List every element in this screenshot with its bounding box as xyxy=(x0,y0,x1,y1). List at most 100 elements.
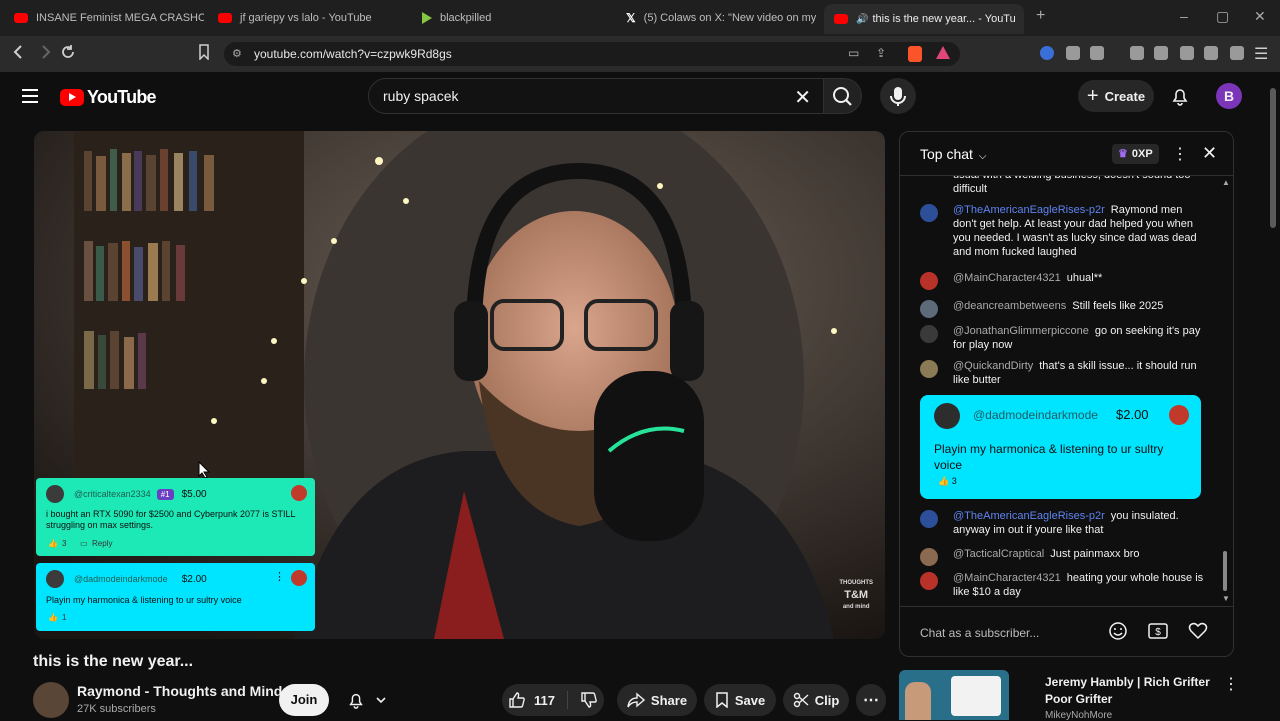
like-count: 117 xyxy=(534,693,555,708)
chat-message: @MainCharacter4321uhual** xyxy=(920,271,1205,285)
more-options-icon[interactable]: ⋮ xyxy=(1223,674,1239,694)
screenshot-icon[interactable] xyxy=(1090,46,1104,60)
maximize-icon[interactable]: ▢ xyxy=(1216,8,1229,25)
avatar xyxy=(1169,405,1189,425)
chat-author[interactable]: @TheAmericanEagleRises-p2r xyxy=(953,510,1105,522)
super-chat-icon[interactable]: $ xyxy=(1148,622,1168,640)
scroll-down-icon[interactable]: ▼ xyxy=(1222,594,1230,603)
browser-menu-icon[interactable]: ☰ xyxy=(1254,44,1268,64)
clear-search-icon[interactable]: ✕ xyxy=(794,85,811,110)
close-window-icon[interactable]: ✕ xyxy=(1254,8,1266,25)
like-icon[interactable]: 👍 xyxy=(48,613,58,622)
guide-menu-icon[interactable] xyxy=(22,89,38,103)
extensions-puzzle-icon[interactable] xyxy=(1066,46,1080,60)
channel-name[interactable]: Raymond - Thoughts and Mind xyxy=(77,683,282,699)
heart-icon[interactable] xyxy=(1188,621,1208,641)
vpn-icon[interactable] xyxy=(1230,46,1244,60)
leo-ai-icon[interactable] xyxy=(1204,46,1218,60)
like-button[interactable]: 117 xyxy=(508,691,568,709)
chat-message-list[interactable]: usual with a welding business, doesn't s… xyxy=(900,176,1234,606)
browser-tab-active[interactable]: 🔊 this is the new year... - YouTu ✕ xyxy=(824,4,1024,34)
reload-icon[interactable] xyxy=(60,44,76,60)
audio-playing-icon[interactable]: 🔊 xyxy=(856,14,868,25)
forward-icon[interactable] xyxy=(38,44,52,60)
create-button[interactable]: +Create xyxy=(1078,80,1154,112)
dislike-button[interactable] xyxy=(574,691,598,709)
chat-author[interactable]: @QuickandDirty xyxy=(953,360,1033,372)
wallet-icon[interactable] xyxy=(1180,46,1194,60)
chat-input[interactable] xyxy=(920,623,1100,643)
browser-tab[interactable]: INSANE Feminist MEGA CRASHOUT xyxy=(4,6,204,30)
video-thumbnail[interactable] xyxy=(899,670,1009,720)
site-info-icon[interactable]: ⚙ xyxy=(232,47,242,60)
youtube-logo[interactable]: YouTube xyxy=(60,87,156,108)
sidebar-icon[interactable] xyxy=(1154,46,1168,60)
chat-scrollbar[interactable] xyxy=(1223,551,1227,591)
search-input[interactable]: ruby spacek ✕ xyxy=(368,78,824,114)
back-icon[interactable] xyxy=(12,44,26,60)
chat-author[interactable]: @MainCharacter4321 xyxy=(953,572,1061,584)
channel-watermark[interactable]: THOUGHTS T&M and mind xyxy=(839,577,873,613)
clip-button[interactable]: Clip xyxy=(783,684,849,716)
microphone-icon xyxy=(880,78,916,114)
superchat-overlay[interactable]: @criticaltexan2334 #1 $5.00 i bought an … xyxy=(36,478,315,556)
channel-avatar[interactable] xyxy=(33,682,69,718)
subscription-bell-button[interactable] xyxy=(338,684,396,716)
extension-icon[interactable] xyxy=(1040,46,1054,60)
chat-author[interactable]: @TheAmericanEagleRises-p2r xyxy=(953,204,1105,216)
share-page-icon[interactable]: ⇪ xyxy=(876,46,886,60)
account-avatar[interactable]: B xyxy=(1216,83,1242,109)
chat-message-text: Just painmaxx bro xyxy=(1050,548,1139,560)
superchat-overlay[interactable]: @dadmodeindarkmode $2.00 ⋮ Playin my har… xyxy=(36,563,315,631)
recommended-channel[interactable]: MikeyNohMore xyxy=(1045,710,1112,721)
bell-icon xyxy=(347,691,365,709)
like-button[interactable]: 👍 3 xyxy=(938,476,957,487)
voice-search-button[interactable] xyxy=(880,78,916,114)
browser-tab[interactable]: blackpilled xyxy=(412,6,612,30)
rumble-icon xyxy=(422,12,432,24)
emoji-icon[interactable] xyxy=(1108,621,1128,641)
thumbnail-sign xyxy=(951,676,1001,716)
cast-icon[interactable]: ▭ xyxy=(848,46,859,60)
browser-tab[interactable]: jf gariepy vs lalo - YouTube xyxy=(208,6,408,30)
bookmark-icon[interactable] xyxy=(198,44,210,60)
chat-message: @MainCharacter4321heating your whole hou… xyxy=(920,571,1205,599)
share-button[interactable]: Share xyxy=(617,684,697,716)
recommended-title[interactable]: Jeremy Hambly | Rich Grifter Poor Grifte… xyxy=(1045,674,1225,708)
clip-label: Clip xyxy=(815,693,840,708)
address-bar[interactable]: ⚙ youtube.com/watch?v=czpwk9Rd8gs ▭ ⇪ xyxy=(224,42,960,66)
chat-author[interactable]: @MainCharacter4321 xyxy=(953,272,1061,284)
chat-author[interactable]: @JonathanGlimmerpiccone xyxy=(953,325,1089,337)
chat-mode-dropdown[interactable]: Top chat ⌵ xyxy=(920,146,986,162)
page-scrollbar[interactable] xyxy=(1270,88,1276,228)
chat-author[interactable]: @deancreambetweens xyxy=(953,300,1066,312)
save-button[interactable]: Save xyxy=(704,684,776,716)
notifications-icon[interactable] xyxy=(1170,86,1190,106)
scroll-up-icon[interactable]: ▲ xyxy=(1222,178,1230,187)
pinned-superchat[interactable]: @dadmodeindarkmode $2.00 Playin my harmo… xyxy=(920,395,1201,499)
minimize-icon[interactable]: – xyxy=(1180,8,1188,24)
recommended-video[interactable]: Jeremy Hambly | Rich Grifter Poor Grifte… xyxy=(899,670,1234,720)
avatar xyxy=(920,510,938,528)
close-chat-icon[interactable]: ✕ xyxy=(1202,143,1217,164)
brave-shields-icon[interactable] xyxy=(908,46,922,62)
like-icon[interactable]: 👍 xyxy=(48,539,58,548)
chat-message: @TheAmericanEagleRises-p2rRaymond men do… xyxy=(920,203,1205,259)
url-text: youtube.com/watch?v=czpwk9Rd8gs xyxy=(254,47,452,61)
chevron-down-icon xyxy=(375,694,387,706)
media-control-icon[interactable] xyxy=(1130,46,1144,60)
search-button[interactable] xyxy=(824,78,862,114)
scissors-icon xyxy=(793,692,809,708)
chat-author[interactable]: @TacticalCraptical xyxy=(953,548,1044,560)
join-button[interactable]: Join xyxy=(279,684,329,716)
new-tab-icon[interactable]: + xyxy=(1036,7,1045,25)
browser-tab[interactable]: 𝕏 (5) Colaws on X: "New video on my Y xyxy=(616,6,816,30)
reply-label[interactable]: Reply xyxy=(92,539,112,548)
chat-more-options-icon[interactable]: ⋮ xyxy=(1172,144,1188,164)
more-actions-icon[interactable]: ⋯ xyxy=(856,684,886,716)
bookmark-icon xyxy=(715,692,729,708)
reply-icon[interactable]: ▭ xyxy=(80,539,88,548)
xp-badge[interactable]: ♛0XP xyxy=(1112,144,1159,164)
brave-rewards-icon[interactable] xyxy=(936,46,950,59)
more-options-icon[interactable]: ⋮ xyxy=(274,570,285,583)
